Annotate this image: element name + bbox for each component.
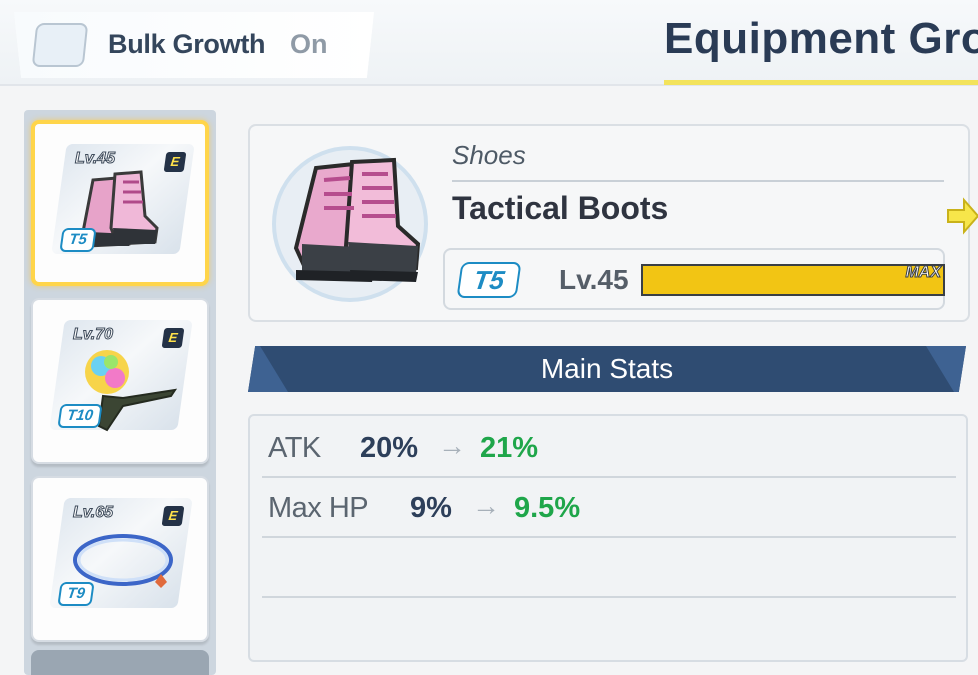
arrow-right-icon: → <box>438 430 466 461</box>
level-progress-bar: MAX <box>641 264 945 296</box>
equipment-card-3[interactable]: Lv.65 E T9 <box>31 476 209 642</box>
divider <box>452 180 944 182</box>
card-tier-badge: T5 <box>59 228 97 252</box>
stat-next-value: 21% <box>480 432 539 464</box>
stat-name: Max HP <box>268 492 369 524</box>
card-rank-badge: E <box>163 152 187 172</box>
level-progress-fill <box>643 266 943 294</box>
card-tier-badge: T9 <box>57 582 95 606</box>
tactical-boots-icon <box>272 146 428 302</box>
level-box: T5 Lv.45 MAX <box>443 248 945 310</box>
equipment-card-4[interactable] <box>31 650 209 675</box>
stat-row-max-hp: Max HP 9% → 9.5% <box>262 478 956 538</box>
equipment-name: Tactical Boots <box>452 190 669 226</box>
stat-name: ATK <box>268 432 321 464</box>
stat-row-atk: ATK 20% → 21% <box>262 418 956 478</box>
stat-current-value: 9% <box>410 492 452 524</box>
equipment-card-1[interactable]: Lv.45 E T5 <box>31 120 209 286</box>
title-underline <box>664 80 978 85</box>
bulk-growth-checkbox[interactable] <box>31 23 89 67</box>
arrow-right-icon: → <box>472 490 500 521</box>
bulk-growth-label: Bulk Growth <box>108 29 266 59</box>
equipment-card-2[interactable]: Lv.70 E T10 <box>31 298 209 464</box>
equipment-level: Lv.45 <box>559 264 629 295</box>
card-level: Lv.45 <box>74 150 116 168</box>
card-rank-badge: E <box>161 506 185 526</box>
main-stats-panel: ATK 20% → 21% Max HP 9% → 9.5% <box>248 414 968 662</box>
bulk-growth-state: On <box>290 29 328 59</box>
page-title: Equipment Gro <box>664 14 978 63</box>
equipment-list[interactable]: Lv.45 E T5 Lv.70 E T10 Lv.65 E T9 <box>24 110 216 675</box>
equipment-detail-card: Shoes Tactical Boots T5 Lv.45 MAX <box>248 124 970 322</box>
next-arrow-icon[interactable] <box>944 196 978 236</box>
max-label: MAX <box>905 264 942 282</box>
main-stats-title: Main Stats <box>540 353 674 384</box>
stat-current-value: 20% <box>360 432 419 464</box>
main-stats-header: Main Stats <box>248 346 966 392</box>
bulk-growth-toggle[interactable]: Bulk Growth On <box>14 12 374 78</box>
equipment-category: Shoes <box>452 140 526 170</box>
card-level: Lv.70 <box>72 326 114 344</box>
stat-row-empty <box>262 538 956 598</box>
card-tier-badge: T10 <box>57 404 103 428</box>
card-level: Lv.65 <box>72 504 114 522</box>
stat-next-value: 9.5% <box>514 492 581 524</box>
tier-badge: T5 <box>456 262 522 298</box>
card-rank-badge: E <box>161 328 185 348</box>
